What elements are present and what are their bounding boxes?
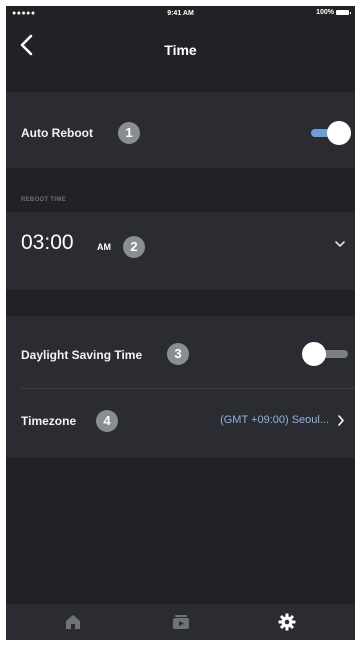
callout-badge-2: 2 (123, 236, 145, 258)
battery-percent: 100% (316, 9, 334, 16)
chevron-down-icon[interactable] (335, 240, 345, 248)
status-time: 9:41 AM (167, 10, 194, 17)
timezone-value[interactable]: (GMT +09:00) Seoul... (220, 414, 329, 426)
auto-reboot-toggle[interactable] (305, 121, 351, 145)
chevron-right-icon[interactable] (337, 415, 345, 426)
time-settings-group (6, 316, 355, 458)
gear-icon[interactable] (278, 613, 296, 631)
battery-status: 100% (316, 9, 351, 16)
battery-icon (336, 10, 351, 15)
status-bar: ●●●●● 9:41 AM 100% (6, 6, 355, 22)
reboot-time-value[interactable]: 03:00 (21, 231, 74, 255)
tab-bar (6, 604, 355, 640)
callout-badge-1: 1 (118, 122, 140, 144)
row-divider (21, 388, 355, 389)
reboot-time-section-header: REBOOT TIME (21, 197, 66, 203)
navigation-bar: Time (6, 22, 355, 66)
page-title: Time (164, 42, 197, 58)
auto-reboot-label: Auto Reboot (21, 126, 93, 140)
daylight-saving-toggle[interactable] (302, 342, 348, 366)
callout-badge-4: 4 (96, 410, 118, 432)
media-icon[interactable] (172, 613, 190, 631)
timezone-label: Timezone (21, 414, 77, 428)
toggle-knob (302, 342, 326, 366)
toggle-knob (327, 121, 351, 145)
daylight-saving-label: Daylight Saving Time (21, 348, 143, 362)
reboot-time-ampm[interactable]: AM (97, 242, 111, 252)
phone-screen: ●●●●● 9:41 AM 100% Time Auto Reboot 1 RE… (6, 6, 355, 640)
auto-reboot-row: Auto Reboot 1 (6, 92, 355, 168)
callout-badge-3: 3 (167, 343, 189, 365)
home-icon[interactable] (64, 613, 82, 631)
